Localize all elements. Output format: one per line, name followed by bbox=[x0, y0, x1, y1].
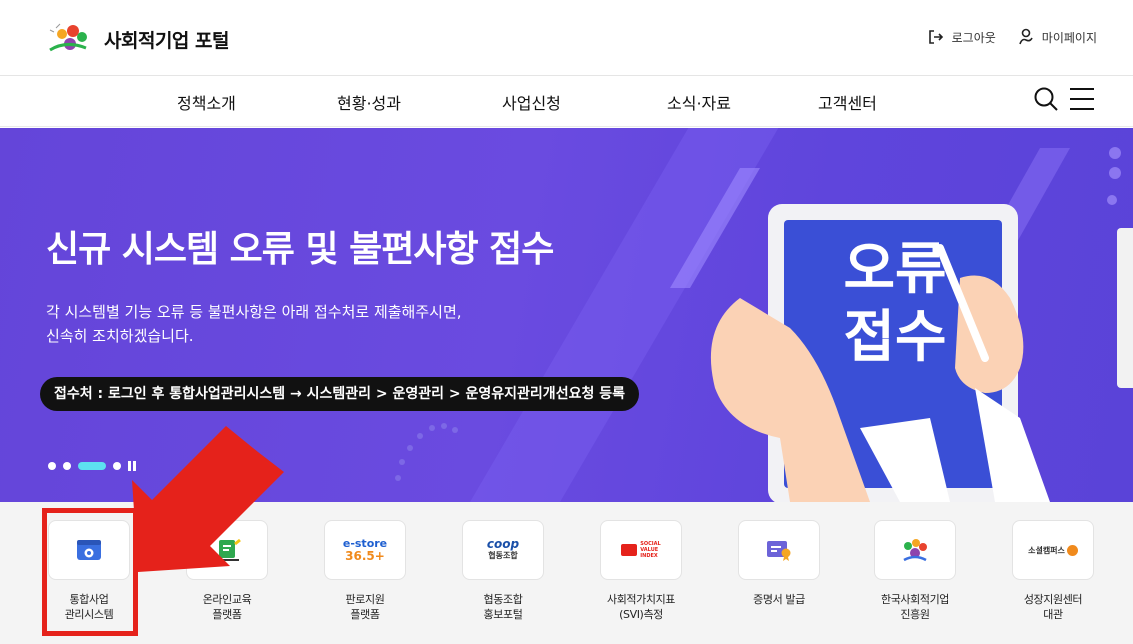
coop-logo-top: coop bbox=[486, 537, 520, 551]
search-icon[interactable] bbox=[1033, 86, 1059, 112]
logout-link[interactable]: 로그아웃 bbox=[928, 29, 996, 46]
coop-logo-bottom: 협동조합 bbox=[488, 551, 518, 560]
label-line1: 성장지원센터 bbox=[1023, 593, 1083, 606]
slider-pagination bbox=[48, 461, 138, 471]
nav-support[interactable]: 고객센터 bbox=[818, 90, 877, 114]
label-line1: 협동조합 bbox=[483, 593, 523, 606]
slide-dot-2[interactable] bbox=[63, 462, 71, 470]
social-campus-mark bbox=[1066, 544, 1078, 556]
estore-logo-bottom: 36.5+ bbox=[345, 549, 385, 563]
quick-link-label: 판로지원 플랫폼 bbox=[324, 592, 406, 622]
tablet-text: 오류 접수 bbox=[820, 236, 970, 372]
estore-logo: e-store 36.5+ bbox=[343, 538, 387, 563]
quick-link-icon-box bbox=[738, 520, 820, 580]
quick-link-certificate[interactable]: 증명서 발급 bbox=[738, 520, 820, 607]
person-icon bbox=[1019, 28, 1033, 45]
quick-link-icon-box: 소셜캠퍼스 bbox=[1012, 520, 1094, 580]
svi-logo-text: SOCIAL VALUE INDEX bbox=[640, 541, 660, 559]
label-line1: 증명서 발급 bbox=[753, 593, 805, 606]
nav-apply[interactable]: 사업신청 bbox=[502, 90, 561, 114]
logo-text: 사회적기업 포털 bbox=[104, 29, 229, 52]
quick-link-label: 사회적가치지표 (SVI)측정 bbox=[600, 592, 682, 622]
quick-links-bar: 통합사업 관리시스템 온라인교육 플랫폼 e-store 36.5+ 판로지원 bbox=[0, 502, 1133, 644]
label-line2: 대관 bbox=[1043, 608, 1063, 621]
nav-status[interactable]: 현황·성과 bbox=[337, 90, 401, 114]
slide-dot-4[interactable] bbox=[113, 462, 121, 470]
quick-link-label: 온라인교육 플랫폼 bbox=[186, 592, 268, 622]
quick-link-label: 협동조합 홍보포털 bbox=[462, 592, 544, 622]
quick-link-icon-box bbox=[874, 520, 956, 580]
side-scroll-handle[interactable] bbox=[1117, 228, 1133, 388]
social-campus-text: 소셜캠퍼스 bbox=[1028, 545, 1065, 555]
quick-link-label: 한국사회적기업 진흥원 bbox=[874, 592, 956, 622]
pause-icon[interactable] bbox=[128, 461, 138, 471]
quick-link-online-education[interactable]: 온라인교육 플랫폼 bbox=[186, 520, 268, 622]
hero-banner[interactable]: 오류 접수 신규 시스템 오류 및 불편사항 접수 각 시스템별 기능 오류 등… bbox=[0, 128, 1133, 502]
hero-desc-line2: 신속히 조치하겠습니다. bbox=[46, 327, 194, 345]
highlight-box bbox=[42, 508, 138, 636]
tablet-line1: 오류 bbox=[843, 237, 947, 302]
top-header: 사회적기업 포털 로그아웃 마이페이지 bbox=[0, 0, 1133, 76]
quick-link-label: 증명서 발급 bbox=[738, 592, 820, 607]
mypage-label: 마이페이지 bbox=[1041, 30, 1097, 45]
quick-link-icon-box: e-store 36.5+ bbox=[324, 520, 406, 580]
label-line1: 한국사회적기업 bbox=[880, 593, 950, 606]
coop-logo: coop 협동조합 bbox=[486, 537, 520, 561]
label-line2: 홍보포털 bbox=[483, 608, 523, 621]
hero-description: 각 시스템별 기능 오류 등 불편사항은 아래 접수처로 제출해주시면, 신속히… bbox=[46, 300, 506, 348]
hero-title: 신규 시스템 오류 및 불편사항 접수 bbox=[46, 229, 554, 270]
logo-icon bbox=[49, 23, 87, 52]
main-navigation: 정책소개 현황·성과 사업신청 소식·자료 고객센터 bbox=[0, 77, 1133, 127]
mypage-link[interactable]: 마이페이지 bbox=[1018, 28, 1097, 46]
svi-logo-bottom: INDEX bbox=[640, 553, 658, 559]
logout-label: 로그아웃 bbox=[951, 30, 996, 45]
quick-link-icon-box: coop 협동조합 bbox=[462, 520, 544, 580]
site-logo[interactable]: 사회적기업 포털 bbox=[46, 20, 229, 58]
label-line1: 온라인교육 bbox=[202, 593, 252, 606]
education-board-icon bbox=[215, 538, 241, 561]
quick-link-coop[interactable]: coop 협동조합 협동조합 홍보포털 bbox=[462, 520, 544, 622]
nav-news[interactable]: 소식·자료 bbox=[667, 90, 731, 114]
tablet-line2: 접수 bbox=[843, 305, 947, 370]
slide-dot-1[interactable] bbox=[48, 462, 56, 470]
hero-submission-info: 접수처 : 로그인 후 통합사업관리시스템 → 시스템관리 > 운영관리 > 운… bbox=[40, 377, 639, 411]
svi-logo-mark bbox=[621, 544, 638, 556]
label-line1: 판로지원 bbox=[345, 593, 385, 606]
label-line2: 플랫폼 bbox=[212, 608, 242, 621]
label-line2: 플랫폼 bbox=[350, 608, 380, 621]
certificate-icon bbox=[767, 541, 791, 561]
social-campus-logo: 소셜캠퍼스 bbox=[1028, 544, 1078, 556]
logout-icon bbox=[928, 30, 943, 44]
hero-desc-line1: 각 시스템별 기능 오류 등 불편사항은 아래 접수처로 제출해주시면, bbox=[46, 303, 462, 321]
label-line2: 진흥원 bbox=[900, 608, 930, 621]
kosea-logo-icon bbox=[903, 539, 927, 562]
quick-link-icon-box: SOCIAL VALUE INDEX bbox=[600, 520, 682, 580]
quick-link-svi[interactable]: SOCIAL VALUE INDEX 사회적가치지표 (SVI)측정 bbox=[600, 520, 682, 622]
nav-policy[interactable]: 정책소개 bbox=[177, 90, 236, 114]
label-line1: 사회적가치지표 bbox=[606, 593, 676, 606]
quick-link-estore[interactable]: e-store 36.5+ 판로지원 플랫폼 bbox=[324, 520, 406, 622]
quick-link-icon-box bbox=[186, 520, 268, 580]
svi-logo: SOCIAL VALUE INDEX bbox=[621, 541, 661, 559]
menu-icon[interactable] bbox=[1069, 87, 1095, 111]
quick-link-growth-center[interactable]: 소셜캠퍼스 성장지원센터 대관 bbox=[1012, 520, 1094, 622]
slide-dot-active[interactable] bbox=[78, 462, 106, 470]
quick-link-label: 성장지원센터 대관 bbox=[1012, 592, 1094, 622]
label-line2: (SVI)측정 bbox=[619, 608, 663, 621]
quick-link-kosea[interactable]: 한국사회적기업 진흥원 bbox=[874, 520, 956, 622]
